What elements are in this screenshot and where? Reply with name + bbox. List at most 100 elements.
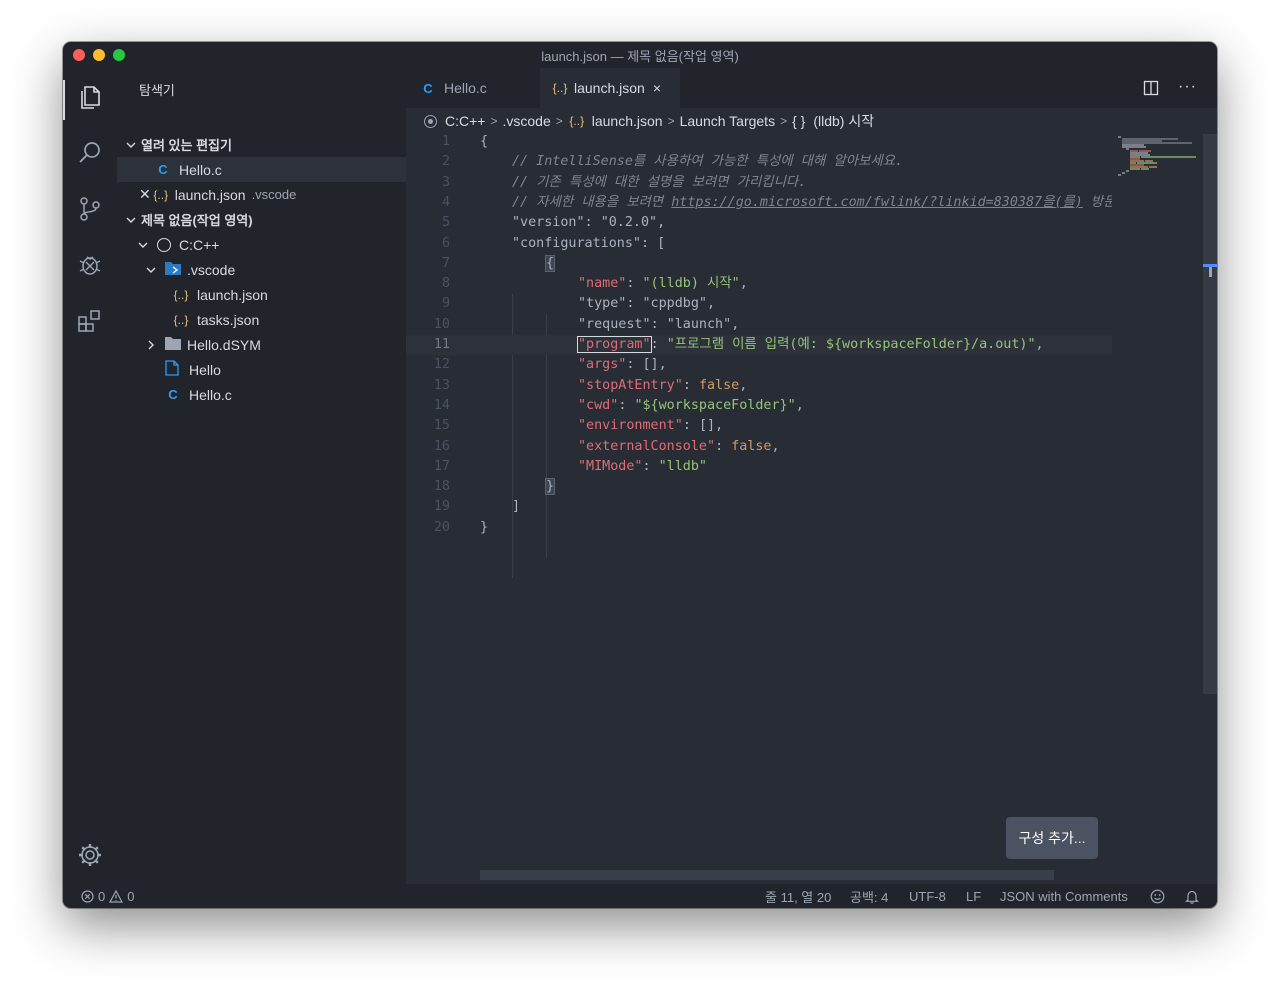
maximize-window-button[interactable] (113, 49, 125, 61)
code-string: "lldb" (658, 458, 707, 474)
vscode-window: launch.json — 제목 없음(작업 영역) 탐색기 열려 있는 편집기 (63, 42, 1217, 908)
close-icon[interactable]: × (653, 80, 661, 96)
code-key: "version" (512, 215, 585, 231)
horizontal-scrollbar[interactable] (480, 870, 1054, 880)
breadcrumb-item[interactable]: C:C++ (445, 113, 485, 129)
open-editor-item[interactable]: C Hello.c (117, 157, 406, 182)
breadcrumb-item[interactable]: launch.json (592, 113, 663, 129)
code-string: "0.2.0" (600, 215, 658, 231)
tree-item-label: .vscode (187, 261, 236, 278)
code-link[interactable]: https://go.microsoft.com/fwlink/?linkid=… (671, 195, 1083, 210)
title-bar: launch.json — 제목 없음(작업 영역) (63, 42, 1217, 68)
sidebar-title: 탐색기 (139, 83, 175, 98)
code-editor[interactable]: 1{ 2// IntelliSense를 사용하여 가능한 특성에 대해 알아보… (406, 132, 1112, 872)
close-window-button[interactable] (73, 49, 85, 61)
window-title: launch.json — 제목 없음(작업 영역) (541, 48, 739, 64)
workspace-header[interactable]: 제목 없음(작업 영역) (117, 207, 406, 232)
end-of-line[interactable]: LF (966, 884, 981, 908)
vertical-scrollbar[interactable] (1203, 134, 1217, 694)
code-key: "environment" (578, 418, 683, 434)
code-line: 20} (406, 518, 1112, 538)
gear-icon[interactable] (75, 840, 105, 870)
chevron-down-icon (123, 137, 139, 153)
breadcrumb-item[interactable]: .vscode (502, 113, 550, 129)
tab-label: Hello.c (444, 80, 487, 96)
line-number: 14 (433, 397, 450, 413)
code-comment: // IntelliSense를 사용하여 가능한 특성에 대해 알아보세요. (512, 154, 904, 170)
indentation[interactable]: 공백: 4 (850, 884, 888, 908)
tab-hello-c[interactable]: C Hello.c (406, 68, 540, 108)
add-configuration-button[interactable]: 구성 추가... (1006, 817, 1098, 859)
minimize-window-button[interactable] (93, 49, 105, 61)
active-indicator (63, 80, 65, 120)
line-number: 10 (433, 316, 450, 332)
line-number: 5 (441, 215, 450, 231)
chevron-right-icon: > (780, 114, 788, 128)
minimap[interactable] (1112, 134, 1217, 884)
tree-item-folder[interactable]: Hello.dSYM (117, 332, 406, 357)
open-editor-item[interactable]: ✕ {..} launch.json .vscode (117, 182, 406, 207)
c-file-icon: C (168, 387, 178, 402)
file-icon (165, 360, 179, 379)
code-key: "request" (578, 316, 651, 332)
search-icon[interactable] (75, 138, 105, 168)
line-number: 15 (433, 418, 450, 434)
line-number: 13 (433, 377, 450, 393)
tree-item-label: Hello.c (189, 386, 232, 403)
tree-item-root[interactable]: C:C++ (117, 232, 406, 257)
code-key: "cwd" (578, 397, 619, 413)
code-boolean: false (698, 377, 740, 393)
status-bar: 0 0 줄 11, 열 20 공백: 4 UTF-8 LF JSON with … (63, 884, 1217, 908)
code-line: 13 "stopAtEntry": false, (406, 376, 1112, 396)
open-editors-header[interactable]: 열려 있는 편집기 (117, 132, 406, 157)
split-editor-icon[interactable] (1143, 80, 1159, 101)
breadcrumb-item[interactable]: Launch Targets (680, 113, 775, 129)
encoding[interactable]: UTF-8 (909, 884, 946, 908)
tab-launch-json[interactable]: {..} launch.json × (540, 68, 680, 108)
object-icon: { } (792, 113, 806, 129)
tree-item-file[interactable]: {..} tasks.json (117, 307, 406, 332)
code-key: "type" (578, 296, 627, 312)
error-icon (81, 889, 94, 903)
code-line: 14 "cwd": "${workspaceFolder}", (406, 396, 1112, 416)
open-editor-label: launch.json (174, 186, 246, 203)
open-editor-folder: .vscode (251, 187, 297, 202)
extensions-icon[interactable] (75, 306, 105, 336)
explorer-icon[interactable] (75, 82, 105, 112)
tree-item-file[interactable]: Hello (117, 357, 406, 382)
line-number: 4 (441, 194, 450, 210)
smiley-icon[interactable] (1150, 884, 1165, 908)
line-number: 20 (433, 519, 450, 535)
tree-item-file[interactable]: {..} launch.json (117, 282, 406, 307)
tree-item-file[interactable]: C Hello.c (117, 382, 406, 407)
tree-item-label: C:C++ (179, 236, 220, 253)
code-boolean: false (731, 438, 772, 454)
code-line: 16 "externalConsole": false, (406, 437, 1112, 457)
close-icon[interactable]: ✕ (139, 186, 151, 203)
line-number: 6 (441, 235, 450, 251)
debug-icon[interactable] (75, 250, 105, 280)
breadcrumb-item[interactable]: (lldb) 시작 (813, 111, 874, 131)
code-line-current: 11 "program": "프로그램 이름 입력(예: ${workspaceF… (406, 335, 1112, 356)
language-mode[interactable]: JSON with Comments (1000, 884, 1128, 908)
line-number: 3 (441, 174, 450, 190)
cursor-position[interactable]: 줄 11, 열 20 (765, 884, 831, 908)
tab-bar: C Hello.c {..} launch.json × ··· (406, 68, 1217, 108)
code-key: "externalConsole" (578, 438, 716, 454)
more-actions-icon[interactable]: ··· (1178, 78, 1197, 96)
code-key: "args" (578, 357, 627, 373)
code-string: "launch" (666, 316, 732, 332)
c-file-icon: C (423, 80, 433, 96)
bell-icon[interactable] (1185, 884, 1199, 908)
source-control-icon[interactable] (75, 194, 105, 224)
code-line: 2 // IntelliSense를 사용하여 가능한 특성에 대해 알아보세요. (406, 152, 1112, 172)
problems-indicator[interactable]: 0 0 (81, 884, 134, 908)
circle-icon (424, 114, 437, 128)
workspace-label: 제목 없음(작업 영역) (141, 213, 253, 228)
code-string: "cppdbg" (642, 296, 708, 312)
tree-item-label: Hello (189, 361, 221, 378)
tree-item-folder[interactable]: .vscode (117, 257, 406, 282)
line-number: 2 (441, 154, 450, 170)
line-number: 19 (433, 499, 450, 515)
code-line: 10 "request": "launch", (406, 315, 1112, 335)
